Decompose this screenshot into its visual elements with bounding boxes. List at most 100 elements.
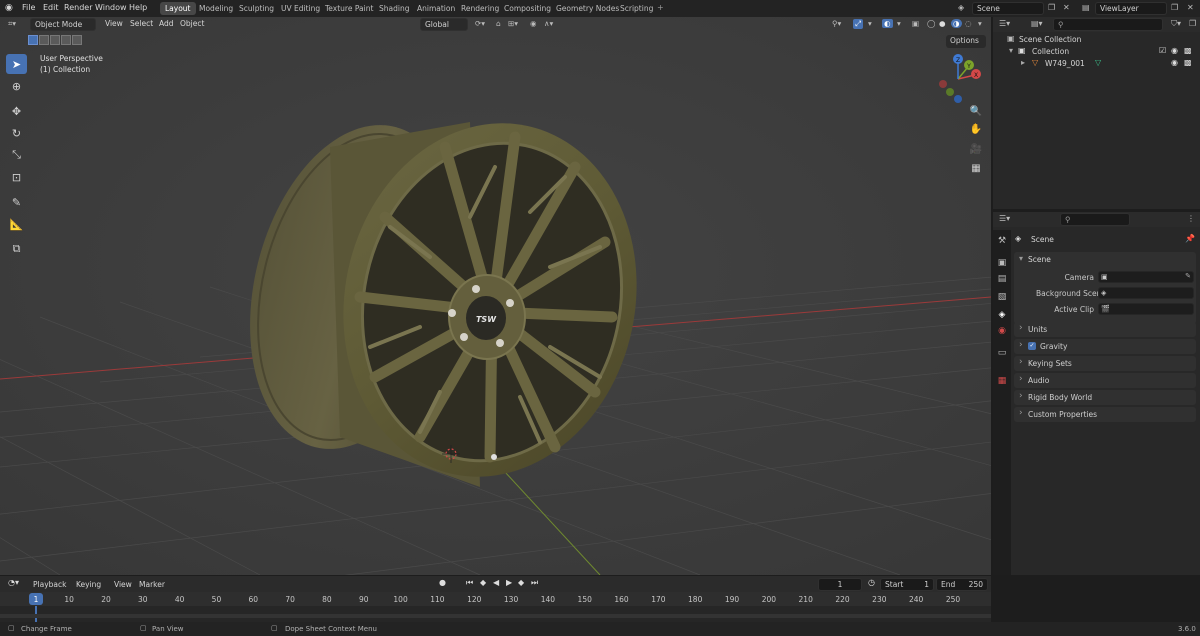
measure-tool[interactable]: 📐	[6, 214, 27, 234]
falloff-icon[interactable]: ∧▾	[544, 19, 553, 28]
rigid-body-world-panel[interactable]: Rigid Body World	[1014, 390, 1196, 405]
remove-scene-icon[interactable]: ✕	[1063, 3, 1070, 12]
texture-tab-icon[interactable]: ▦	[996, 376, 1008, 388]
camera-view-icon[interactable]: 🎥	[968, 144, 984, 160]
viewport-menu-add[interactable]: Add	[159, 19, 174, 28]
pivot-icon[interactable]: ⟳▾	[475, 19, 485, 28]
properties-search-input[interactable]: ⚲	[1060, 213, 1130, 226]
transform-tool[interactable]: ⊡	[6, 167, 27, 187]
eyedropper-icon[interactable]: ✎	[1185, 272, 1191, 280]
menu-window[interactable]: Window	[95, 3, 127, 12]
new-collection-icon[interactable]: ❐	[1189, 19, 1196, 28]
tab-rendering[interactable]: Rendering	[456, 2, 504, 15]
scene-tab-icon[interactable]: ◈	[996, 310, 1008, 322]
scale-tool[interactable]: ⤡	[6, 145, 27, 165]
outliner-search-input[interactable]: ⚲	[1053, 18, 1163, 31]
material-preview-icon[interactable]: ◑	[951, 19, 962, 28]
properties-options-icon[interactable]: ⋮	[1187, 214, 1195, 223]
view-layer-tab-icon[interactable]: ▧	[996, 292, 1008, 304]
cursor-tool[interactable]: ⊕	[6, 76, 27, 96]
viewport-menu-view[interactable]: View	[105, 19, 123, 28]
collection-tab-icon[interactable]: ▭	[996, 348, 1008, 360]
proportional-edit-icon[interactable]: ◉	[530, 19, 537, 28]
options-dropdown[interactable]: Options	[946, 35, 986, 48]
outliner-row-object[interactable]: ▸ ▽ W749_001 ▽ ◉ ▩	[993, 57, 1200, 69]
render-camera-icon[interactable]: ▩	[1184, 46, 1192, 55]
viewport-menu-object[interactable]: Object	[180, 19, 204, 28]
select-box-tool[interactable]: ➤	[6, 54, 27, 74]
add-workspace-button[interactable]: +	[657, 3, 664, 12]
background-scene-field[interactable]: ◈	[1098, 287, 1194, 299]
outliner-row-scene-collection[interactable]: ▣ Scene Collection	[993, 33, 1200, 45]
viewport-canvas[interactable]: TSW X Y Z	[0, 17, 991, 575]
keying-sets-panel[interactable]: Keying Sets	[1014, 356, 1196, 371]
display-mode-icon[interactable]: ▤▾	[1031, 19, 1043, 28]
wireframe-shading-icon[interactable]: ◯	[927, 19, 935, 28]
editor-type-icon[interactable]: ⌗▾	[8, 19, 16, 29]
solid-shading-icon[interactable]: ●	[939, 19, 946, 28]
select-intersect-icon[interactable]	[72, 35, 82, 45]
tab-uv-editing[interactable]: UV Editing	[276, 2, 325, 15]
new-scene-icon[interactable]: ❐	[1048, 3, 1055, 12]
tab-modeling[interactable]: Modeling	[194, 2, 238, 15]
remove-view-layer-icon[interactable]: ✕	[1187, 3, 1194, 12]
timeline-scrollbar[interactable]	[0, 614, 991, 618]
tab-animation[interactable]: Animation	[412, 2, 460, 15]
custom-properties-panel[interactable]: Custom Properties	[1014, 407, 1196, 422]
filter-icon[interactable]: ⛉▾	[1171, 19, 1181, 29]
snap-settings-icon[interactable]: ⊞▾	[508, 19, 518, 28]
3d-viewport[interactable]: TSW X Y Z ⌗▾ Object Mode View Select Add…	[0, 17, 991, 575]
overlay-toggle-icon[interactable]: ◐	[882, 19, 893, 28]
units-panel[interactable]: Units	[1014, 322, 1196, 337]
annotate-tool[interactable]: ✎	[6, 192, 27, 212]
gizmo-dropdown-icon[interactable]: ▾	[868, 19, 872, 28]
gravity-panel[interactable]: ✓ Gravity	[1014, 339, 1196, 354]
zoom-icon[interactable]: 🔍	[968, 106, 984, 122]
visibility-icon[interactable]: ⚲▾	[832, 19, 841, 28]
menu-file[interactable]: File	[22, 3, 35, 12]
blender-logo-icon[interactable]: ◉	[5, 3, 13, 13]
rendered-shading-icon[interactable]: ◌	[965, 19, 972, 28]
tool-tab-icon[interactable]: ⚒	[996, 236, 1008, 248]
menu-render[interactable]: Render	[64, 3, 92, 12]
tab-scripting[interactable]: Scripting	[615, 2, 658, 15]
shading-dropdown-icon[interactable]: ▾	[978, 19, 982, 28]
scene-selector[interactable]: Scene	[972, 2, 1044, 15]
pan-hand-icon[interactable]: ✋	[968, 124, 984, 140]
camera-field[interactable]: ▣ ✎	[1098, 271, 1194, 283]
rotate-tool[interactable]: ↻	[6, 123, 27, 143]
world-tab-icon[interactable]: ◉	[996, 326, 1008, 338]
menu-edit[interactable]: Edit	[43, 3, 59, 12]
tab-compositing[interactable]: Compositing	[499, 2, 556, 15]
viewport-menu-select[interactable]: Select	[130, 19, 153, 28]
visibility-eye-icon[interactable]: ◉	[1171, 46, 1178, 55]
perspective-toggle-icon[interactable]: ▦	[968, 163, 984, 179]
add-cube-tool[interactable]: ⧉	[6, 239, 27, 259]
exclude-checkbox[interactable]: ☑	[1159, 46, 1166, 55]
pin-icon[interactable]: 📌	[1185, 234, 1195, 243]
collapse-chevron-icon[interactable]: ▾	[1019, 254, 1023, 263]
tab-shading[interactable]: Shading	[374, 2, 414, 15]
properties-editor-icon[interactable]: ☰▾	[999, 214, 1010, 223]
timeline-editor[interactable]: ◔▾ Playback Keying View Marker ● ⏮ ◆ ◀ ▶…	[0, 576, 991, 622]
tab-sculpting[interactable]: Sculpting	[234, 2, 279, 15]
object-mode-dropdown[interactable]: Object Mode	[30, 18, 96, 31]
render-camera-icon[interactable]: ▩	[1184, 58, 1192, 67]
new-view-layer-icon[interactable]: ❐	[1171, 3, 1178, 12]
scene-section-label[interactable]: Scene	[1028, 255, 1051, 264]
tab-layout[interactable]: Layout	[160, 2, 196, 15]
select-extend-icon[interactable]	[39, 35, 49, 45]
xray-icon[interactable]: ▣	[912, 19, 919, 28]
outliner-editor-icon[interactable]: ☰▾	[999, 19, 1010, 28]
output-tab-icon[interactable]: ▤	[996, 274, 1008, 286]
active-clip-field[interactable]: 🎬	[1098, 303, 1194, 315]
tab-geometry-nodes[interactable]: Geometry Nodes	[551, 2, 624, 15]
tab-texture-paint[interactable]: Texture Paint	[320, 2, 378, 15]
gravity-checkbox[interactable]: ✓	[1028, 342, 1036, 350]
transform-orientation-dropdown[interactable]: Global	[420, 18, 468, 31]
expand-chevron-icon[interactable]: ▸	[1021, 58, 1025, 67]
snap-icon[interactable]: ⌂	[496, 19, 501, 28]
expand-chevron-icon[interactable]: ▾	[1009, 46, 1013, 55]
gizmo-toggle-icon[interactable]: ⤢	[853, 19, 863, 29]
mesh-data-icon[interactable]: ▽	[1095, 58, 1101, 67]
